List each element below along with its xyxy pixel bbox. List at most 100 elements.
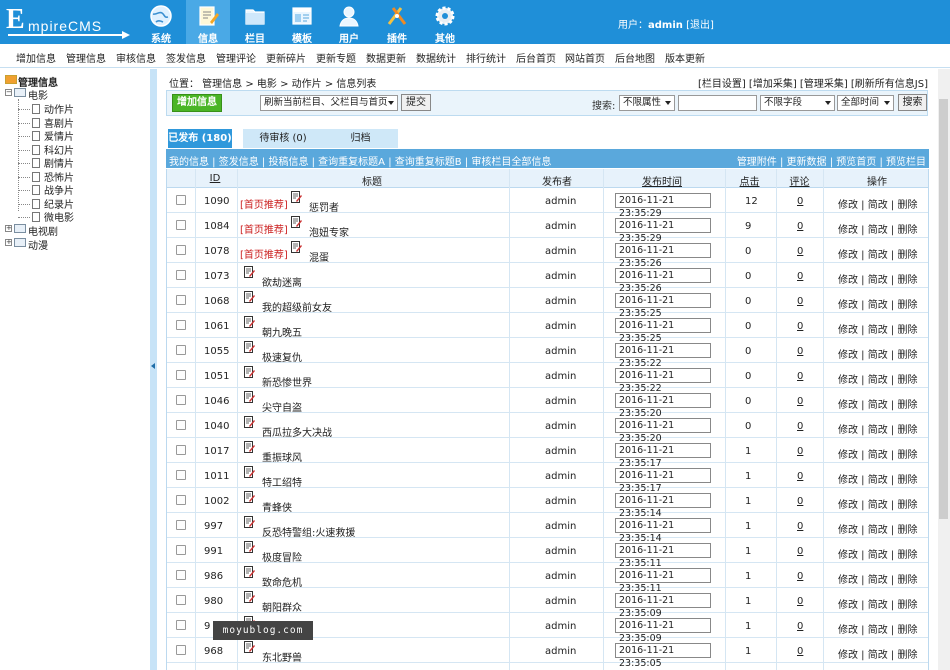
row-comments-link[interactable]: 0 [797,196,803,207]
submit-button[interactable]: 提交 [401,94,431,111]
header-time[interactable]: 发布时间 [632,173,692,188]
row-comments-link[interactable]: 0 [797,246,803,257]
row-time-field[interactable]: 2016-11-21 23:35:26 [615,268,711,294]
tree-item-anime[interactable]: 动漫 [28,237,48,252]
row-checkbox[interactable] [176,520,186,530]
row-actions[interactable]: 修改 | 简改 | 删除 [838,521,917,536]
row-actions[interactable]: 修改 | 简改 | 删除 [838,646,917,661]
tab-published[interactable]: 已发布 (180) [168,129,232,148]
column-action-links[interactable]: [栏目设置] [增加采集] [管理采集] [刷新所有信息JS] [698,75,928,90]
expand-icon[interactable]: + [5,239,12,246]
row-time-field[interactable]: 2016-11-21 23:35:09 [615,618,711,644]
logout-link[interactable]: [退出] [686,20,714,31]
row-comments-link[interactable]: 0 [797,446,803,457]
row-checkbox[interactable] [176,395,186,405]
edit-doc-icon[interactable] [244,491,255,503]
row-checkbox[interactable] [176,645,186,655]
row-title-link[interactable]: 混蛋 [309,249,329,264]
row-title-link[interactable]: 特工绍特 [262,474,302,489]
row-actions[interactable]: 修改 | 简改 | 删除 [838,371,917,386]
row-comments-link[interactable]: 0 [797,371,803,382]
row-actions[interactable]: 修改 | 简改 | 删除 [838,421,917,436]
edit-doc-icon[interactable] [244,541,255,553]
submenu-review-info[interactable]: 审核信息 [116,50,156,65]
tab-user[interactable]: 用户 [327,0,371,45]
row-title-link[interactable]: 重振球风 [262,449,302,464]
row-time-field[interactable]: 2016-11-21 23:35:17 [615,443,711,469]
row-title-link[interactable]: 反恐特警组:火速救援 [262,524,355,539]
tree-item-micro[interactable]: 微电影 [44,209,74,224]
row-time-field[interactable]: 2016-11-21 23:35:14 [615,518,711,544]
row-actions[interactable]: 修改 | 简改 | 删除 [838,546,917,561]
submenu-update-topic[interactable]: 更新专题 [316,50,356,65]
submenu-add-info[interactable]: 增加信息 [16,50,56,65]
submenu-admin-home[interactable]: 后台首页 [516,50,556,65]
submenu-admin-map[interactable]: 后台地图 [615,50,655,65]
row-time-field[interactable]: 2016-11-21 23:35:05 [615,643,711,669]
row-title-link[interactable]: 东北野兽 [262,649,302,664]
row-checkbox[interactable] [176,470,186,480]
edit-doc-icon[interactable] [291,191,302,203]
tree-item-romance[interactable]: 爱情片 [44,128,74,143]
row-time-field[interactable]: 2016-11-21 23:35:22 [615,368,711,394]
edit-doc-icon[interactable] [244,291,255,303]
row-time-field[interactable]: 2016-11-21 23:35:25 [615,318,711,344]
row-actions[interactable]: 修改 | 简改 | 删除 [838,271,917,286]
row-checkbox[interactable] [176,220,186,230]
tree-item-tv[interactable]: 电视剧 [28,223,58,238]
row-time-field[interactable]: 2016-11-21 23:35:17 [615,468,711,494]
row-checkbox[interactable] [176,570,186,580]
edit-doc-icon[interactable] [291,216,302,228]
submenu-rank-stats[interactable]: 排行统计 [466,50,506,65]
row-comments-link[interactable]: 0 [797,296,803,307]
row-comments-link[interactable]: 0 [797,421,803,432]
list-tool-links[interactable]: 管理附件 | 更新数据 | 预览首页 | 预览栏目 [737,153,926,168]
row-actions[interactable]: 修改 | 简改 | 删除 [838,221,917,236]
edit-doc-icon[interactable] [244,416,255,428]
tree-item-movie[interactable]: 电影 [28,87,48,102]
row-checkbox[interactable] [176,270,186,280]
row-title-link[interactable]: 泡妞专家 [309,224,349,239]
row-title-link[interactable]: 朝阳群众 [262,599,302,614]
row-checkbox[interactable] [176,620,186,630]
row-checkbox[interactable] [176,445,186,455]
scrollbar[interactable] [938,69,950,670]
row-comments-link[interactable]: 0 [797,646,803,657]
row-checkbox[interactable] [176,595,186,605]
row-comments-link[interactable]: 0 [797,221,803,232]
row-checkbox[interactable] [176,195,186,205]
row-actions[interactable]: 修改 | 简改 | 删除 [838,196,917,211]
list-filter-links[interactable]: 我的信息 | 签发信息 | 投稿信息 | 查询重复标题A | 查询重复标题B |… [169,153,551,168]
expand-icon[interactable]: + [5,225,12,232]
row-actions[interactable]: 修改 | 简改 | 删除 [838,596,917,611]
row-comments-link[interactable]: 0 [797,596,803,607]
tab-column[interactable]: 栏目 [233,0,277,45]
scrollbar-thumb[interactable] [939,99,948,519]
row-comments-link[interactable]: 0 [797,496,803,507]
row-checkbox[interactable] [176,245,186,255]
row-title-link[interactable]: 极度冒险 [262,549,302,564]
row-time-field[interactable]: 2016-11-21 23:35:25 [615,293,711,319]
edit-doc-icon[interactable] [244,516,255,528]
submenu-data-update[interactable]: 数据更新 [366,50,406,65]
submenu-version-update[interactable]: 版本更新 [665,50,705,65]
row-time-field[interactable]: 2016-11-21 23:35:29 [615,218,711,244]
tab-info[interactable]: 信息 [186,0,230,45]
add-info-button[interactable]: 增加信息 [172,94,222,112]
row-time-field[interactable]: 2016-11-21 23:35:14 [615,493,711,519]
edit-doc-icon[interactable] [244,441,255,453]
row-checkbox[interactable] [176,370,186,380]
row-title-link[interactable]: 青蜂侠 [262,499,292,514]
row-comments-link[interactable]: 0 [797,271,803,282]
row-actions[interactable]: 修改 | 简改 | 删除 [838,321,917,336]
attribute-select[interactable]: 不限属性 [619,95,675,111]
edit-doc-icon[interactable] [244,466,255,478]
row-checkbox[interactable] [176,545,186,555]
row-actions[interactable]: 修改 | 简改 | 删除 [838,621,917,636]
tab-other[interactable]: 其他 [423,0,467,45]
submenu-manage-info[interactable]: 管理信息 [66,50,106,65]
row-checkbox[interactable] [176,320,186,330]
edit-doc-icon[interactable] [244,591,255,603]
tree-item-war[interactable]: 战争片 [44,182,74,197]
refresh-select[interactable]: 刷新当前栏目、父栏目与首页 [260,95,398,111]
